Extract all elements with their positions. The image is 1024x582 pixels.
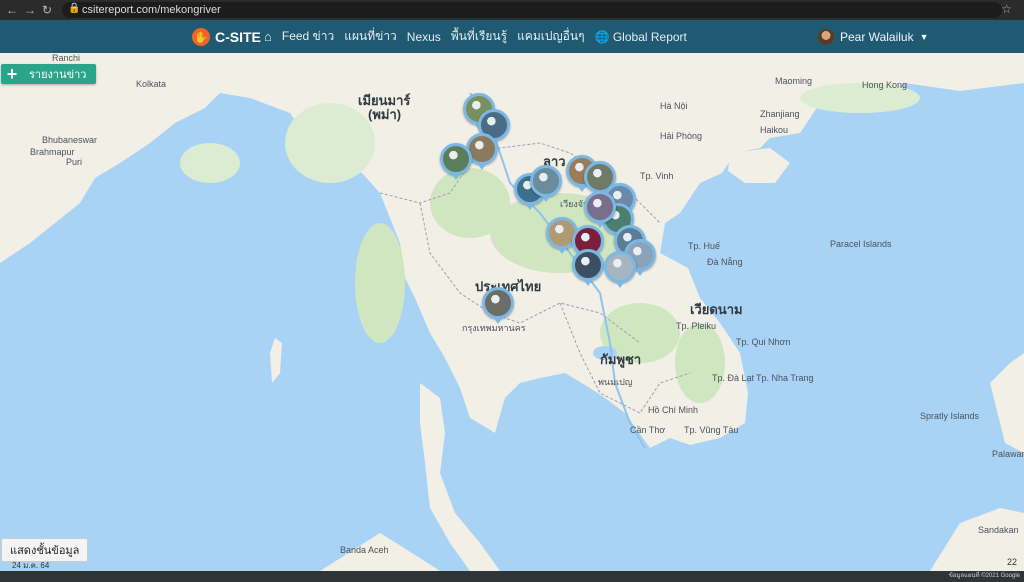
nav-feed[interactable]: Feed ข่าว	[282, 27, 334, 46]
news-marker[interactable]	[604, 251, 636, 288]
map-label: Sandakan	[978, 525, 1019, 535]
map-label: Palawan	[992, 449, 1024, 459]
nav-global-report[interactable]: 🌐 Global Report	[595, 30, 687, 44]
user-name: Pear Walailuk	[840, 29, 914, 44]
nav-learning[interactable]: พื้นที่เรียนรู้	[451, 27, 507, 46]
map-label: Cần Thơ	[630, 425, 666, 435]
map-label: Puri	[66, 157, 83, 167]
news-marker[interactable]	[530, 165, 562, 202]
map-label: Brahmapur	[30, 147, 75, 157]
bottom-strip	[0, 571, 1024, 582]
map-label: Hải Phòng	[660, 131, 703, 141]
user-menu[interactable]: Pear Walailuk ▼	[818, 20, 929, 53]
back-icon[interactable]: ←	[6, 3, 18, 17]
map-label: Haikou	[760, 125, 789, 135]
map-label: Tp. Đà Lạt	[712, 373, 755, 383]
map-label: (พม่า)	[368, 107, 402, 122]
csite-logo-icon: ✋	[192, 28, 210, 46]
map-label: Kolkata	[136, 79, 167, 89]
map-label: Đà Nẵng	[707, 257, 743, 267]
map-label: Tp. Pleiku	[676, 321, 717, 331]
map-label: Banda Aceh	[340, 545, 389, 555]
map-label: กัมพูชา	[600, 352, 642, 367]
map-canvas[interactable]: เมียนมาร์ (พม่า) ลาว ประเทศไทย เวียดนาม …	[0, 53, 1024, 571]
add-report-button[interactable]: + รายงานข่าว	[1, 64, 97, 84]
plus-icon: +	[6, 64, 18, 84]
nav-menu: ⌂ Feed ข่าว แผนที่ข่าว Nexus พื้นที่เรีย…	[264, 20, 687, 53]
map-label: Spratly Islands	[920, 411, 980, 421]
map-attribution: ข้อมูลแผนที่ ©2021 Google	[948, 573, 1020, 579]
map-label: Tp. Huế	[688, 241, 721, 251]
map-label: Paracel Islands	[830, 239, 892, 249]
brand-logo[interactable]: ✋ C-SITE	[192, 26, 261, 48]
brand-name: C-SITE	[215, 29, 261, 45]
map-base-layer	[0, 53, 1024, 571]
map-label: Hồ Chí Minh	[648, 405, 699, 415]
map-label: เวียดนาม	[690, 302, 743, 317]
top-navbar: ✋ C-SITE ⌂ Feed ข่าว แผนที่ข่าว Nexus พื…	[0, 20, 1024, 53]
globe-icon: 🌐	[594, 29, 610, 44]
map-label: Hà Nội	[660, 101, 688, 111]
map-label: Bhubaneswar	[42, 135, 98, 145]
news-marker[interactable]	[584, 191, 616, 228]
news-marker[interactable]	[482, 287, 514, 324]
map-label: Hong Kong	[862, 80, 908, 90]
nav-campaigns[interactable]: แคมเปญอื่นๆ	[517, 27, 584, 46]
map-label: Tp. Qui Nhơn	[736, 337, 791, 347]
map-label: Tp. Vũng Tàu	[684, 425, 739, 435]
bookmark-star-icon[interactable]: ☆	[1001, 2, 1012, 16]
nav-news-map[interactable]: แผนที่ข่าว	[344, 27, 397, 46]
news-marker[interactable]	[440, 143, 472, 180]
caret-down-icon: ▼	[919, 31, 929, 42]
nav-global-report-label: Global Report	[612, 29, 687, 44]
address-bar[interactable]: 🔒 csitereport.com/mekongriver	[62, 2, 1002, 18]
nav-nexus[interactable]: Nexus	[407, 30, 441, 44]
map-label: Tp. Nha Trang	[756, 373, 814, 383]
avatar	[818, 28, 834, 45]
lock-icon: 🔒	[68, 3, 81, 14]
map-label: Zhanjiang	[760, 109, 800, 119]
browser-toolbar: ← → ↻ 🔒 csitereport.com/mekongriver ☆	[0, 0, 1024, 20]
reload-icon[interactable]: ↻	[42, 3, 52, 17]
map-label: Ranchi	[52, 53, 81, 63]
add-report-label: รายงานข่าว	[29, 69, 87, 81]
url-text: csitereport.com/mekongriver	[82, 4, 221, 16]
map-label: Tp. Vinh	[640, 171, 674, 181]
home-icon[interactable]: ⌂	[264, 29, 272, 44]
news-marker[interactable]	[572, 249, 604, 286]
zoom-level: 22	[1007, 557, 1018, 567]
map-label: Maoming	[775, 76, 813, 86]
map-label: พนมเปญ	[598, 377, 633, 387]
forward-icon[interactable]: →	[24, 3, 36, 17]
